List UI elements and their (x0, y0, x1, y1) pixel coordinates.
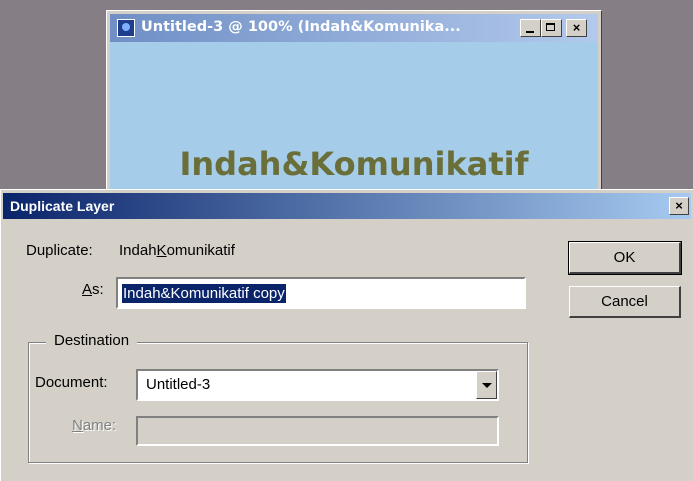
maximize-button[interactable] (541, 19, 562, 37)
document-canvas[interactable]: Indah&Komunikatif (110, 42, 598, 199)
duplicate-layer-name: IndahKomunikatif (119, 242, 235, 259)
duplicate-name-part: omunikatif (166, 242, 235, 259)
as-label-rest: s: (92, 281, 104, 298)
minimize-button[interactable] (520, 19, 541, 37)
document-select[interactable]: Untitled-3 (136, 369, 499, 401)
chevron-down-icon[interactable] (476, 371, 497, 399)
destination-legend: Destination (46, 332, 138, 349)
as-label: As: (82, 281, 104, 298)
document-close-button[interactable]: × (566, 19, 587, 37)
document-select-value: Untitled-3 (146, 376, 211, 393)
document-window: Untitled-3 @ 100% (Indah&Komunika... × I… (106, 10, 602, 200)
ok-button[interactable]: OK (568, 241, 682, 275)
name-input-disabled (136, 416, 499, 446)
duplicate-label: Duplicate: (26, 242, 93, 259)
photoshop-doc-icon[interactable] (117, 19, 135, 37)
document-titlebar[interactable]: Untitled-3 @ 100% (Indah&Komunika... × (110, 14, 598, 42)
document-title: Untitled-3 @ 100% (Indah&Komunika... (141, 19, 461, 35)
dialog-titlebar[interactable]: Duplicate Layer × (3, 193, 691, 219)
dialog-title: Duplicate Layer (10, 198, 115, 214)
cancel-button[interactable]: Cancel (569, 286, 681, 318)
as-name-value: Indah&Komunikatif copy (122, 284, 286, 303)
dialog-close-button[interactable]: × (669, 197, 689, 215)
as-label-mnemonic: A (82, 281, 93, 298)
as-name-input[interactable]: Indah&Komunikatif copy (116, 277, 526, 309)
name-label-mnemonic: N (72, 417, 83, 434)
canvas-layer-text: Indah&Komunikatif (179, 145, 529, 183)
duplicate-name-part: Indah (119, 242, 157, 259)
document-label: Document: (35, 374, 108, 391)
duplicate-layer-dialog: Duplicate Layer × Duplicate: IndahKomuni… (0, 189, 693, 481)
name-label: Name: (72, 417, 116, 434)
name-label-rest: ame: (82, 417, 117, 434)
duplicate-name-mnemonic: K (156, 242, 167, 259)
